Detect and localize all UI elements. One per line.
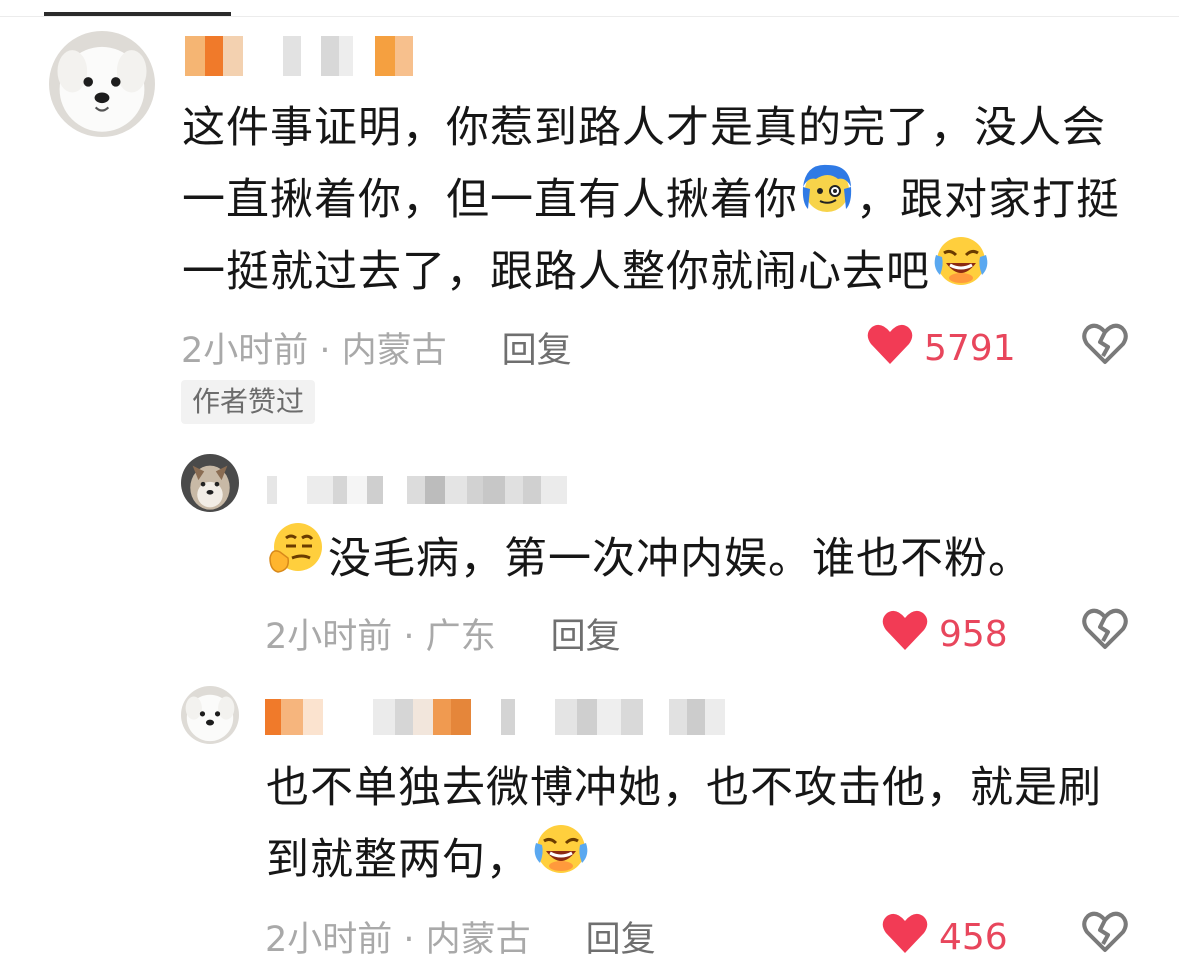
dislike-button[interactable] — [1082, 608, 1128, 654]
divider — [0, 16, 1179, 17]
comment-line: ，跟对家打挺 — [856, 175, 1120, 225]
laughing-crying-emoji-icon — [930, 231, 992, 311]
comment-meta: 2小时前 · 广东 回复 — [265, 608, 621, 659]
blue-hair-face-emoji-icon — [798, 159, 856, 239]
thinking-smirk-emoji-icon — [266, 518, 328, 598]
heart-icon[interactable] — [881, 608, 929, 661]
reply-button[interactable]: 回复 — [502, 322, 572, 373]
like-count: 958 — [939, 614, 1008, 655]
broken-heart-icon[interactable] — [1082, 608, 1128, 654]
comment-meta: 2小时前 · 内蒙古 回复 — [265, 911, 656, 962]
time-location: 2小时前 · 内蒙古 — [181, 331, 447, 371]
heart-icon[interactable] — [881, 911, 929, 964]
dislike-button[interactable] — [1082, 911, 1128, 957]
username-blurred[interactable] — [267, 470, 567, 510]
comment-text: 也不单独去微博冲她，也不攻击他，就是刷 到就整两句， — [266, 752, 1102, 896]
broken-heart-icon[interactable] — [1082, 911, 1128, 957]
avatar[interactable] — [181, 454, 239, 512]
like-count: 5791 — [924, 328, 1016, 369]
time-location: 2小时前 · 内蒙古 — [265, 920, 531, 960]
username-blurred[interactable] — [185, 36, 413, 76]
like-button[interactable]: 958 — [881, 608, 1008, 661]
reply-button[interactable]: 回复 — [586, 911, 656, 962]
avatar[interactable] — [49, 31, 155, 137]
time-location: 2小时前 · 广东 — [265, 617, 496, 657]
comment-text: 这件事证明，你惹到路人才是真的完了，没人会 一直揪着你，但一直有人揪着你 ，跟对家… — [182, 92, 1120, 308]
like-button[interactable]: 5791 — [866, 322, 1016, 375]
broken-heart-icon[interactable] — [1082, 323, 1128, 369]
comment-line: 这件事证明，你惹到路人才是真的完了，没人会 — [182, 103, 1106, 153]
comment-text: 没毛病，第一次冲内娱。谁也不粉。 — [266, 522, 1032, 595]
like-button[interactable]: 456 — [881, 911, 1008, 964]
reply-button[interactable]: 回复 — [551, 608, 621, 659]
heart-icon[interactable] — [866, 322, 914, 375]
comment-line: 到就整两句， — [266, 835, 530, 885]
dislike-button[interactable] — [1082, 323, 1128, 369]
comment-meta: 2小时前 · 内蒙古 回复 — [181, 322, 572, 373]
comment-line: 没毛病，第一次冲内娱。谁也不粉。 — [328, 534, 1032, 584]
comment-line: 一直揪着你，但一直有人揪着你 — [182, 175, 798, 225]
laughing-crying-emoji-icon — [530, 819, 592, 899]
author-liked-badge: 作者赞过 — [181, 380, 316, 424]
username-blurred[interactable] — [265, 697, 725, 737]
avatar[interactable] — [181, 686, 239, 744]
comment-line: 也不单独去微博冲她，也不攻击他，就是刷 — [266, 763, 1102, 813]
like-count: 456 — [939, 917, 1008, 958]
comment-line: 一挺就过去了，跟路人整你就闹心去吧 — [182, 247, 930, 297]
